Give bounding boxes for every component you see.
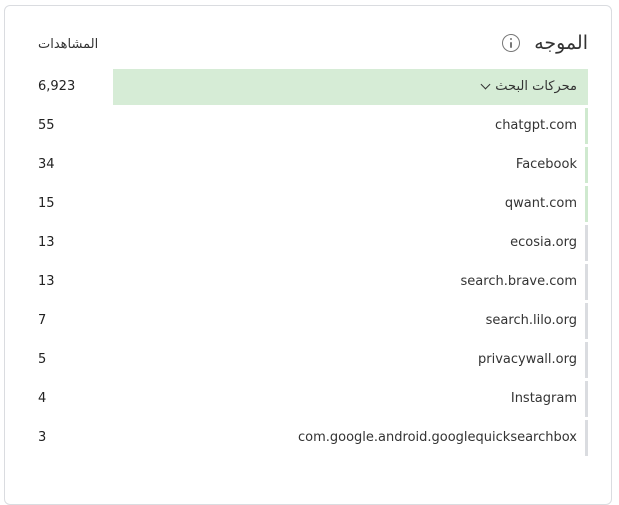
row-label-area: Instagram <box>113 381 588 417</box>
group-label-text: محركات البحث <box>495 79 577 94</box>
row-label-area: com.google.android.googlequicksearchbox <box>113 420 588 456</box>
row-label[interactable]: privacywall.org <box>478 352 577 367</box>
row-label[interactable]: chatgpt.com <box>495 118 577 133</box>
row-label[interactable]: com.google.android.googlequicksearchbox <box>298 430 577 445</box>
group-label-area[interactable]: محركات البحث <box>113 69 588 105</box>
row-label[interactable]: Instagram <box>511 391 577 406</box>
group-label[interactable]: محركات البحث <box>480 79 577 94</box>
row-label-area: search.brave.com <box>113 264 588 300</box>
info-icon[interactable] <box>502 34 520 52</box>
row-value: 34 <box>38 157 55 172</box>
list-item[interactable]: 15 qwant.com <box>5 186 611 222</box>
row-value: 3 <box>38 430 47 445</box>
row-value: 5 <box>38 352 47 367</box>
list-item[interactable]: 34 Facebook <box>5 147 611 183</box>
row-value: 13 <box>38 235 55 250</box>
row-label[interactable]: Facebook <box>516 157 577 172</box>
row-label-area: search.lilo.org <box>113 303 588 339</box>
list-item[interactable]: 3 com.google.android.googlequicksearchbo… <box>5 420 611 456</box>
row-label-area: privacywall.org <box>113 342 588 378</box>
chevron-down-icon[interactable] <box>480 79 491 90</box>
row-value: 4 <box>38 391 47 406</box>
card-title: الموجه <box>534 32 588 54</box>
list-item[interactable]: 55 chatgpt.com <box>5 108 611 144</box>
row-label[interactable]: ecosia.org <box>510 235 577 250</box>
list-item[interactable]: 7 search.lilo.org <box>5 303 611 339</box>
row-value: 7 <box>38 313 47 328</box>
row-label[interactable]: search.lilo.org <box>486 313 577 328</box>
group-row-search-engines[interactable]: 6,923 محركات البحث <box>5 69 611 105</box>
list-item[interactable]: 5 privacywall.org <box>5 342 611 378</box>
row-label-area: chatgpt.com <box>113 108 588 144</box>
row-value: 13 <box>38 274 55 289</box>
group-value: 6,923 <box>38 79 76 94</box>
row-label[interactable]: search.brave.com <box>461 274 577 289</box>
row-label-area: qwant.com <box>113 186 588 222</box>
row-value: 15 <box>38 196 55 211</box>
row-label[interactable]: qwant.com <box>505 196 577 211</box>
referrer-card: الموجه المشاهدات 6,923 محركات البحث 55 c… <box>4 5 612 505</box>
list-item[interactable]: 13 search.brave.com <box>5 264 611 300</box>
views-column-header: المشاهدات <box>38 37 99 52</box>
row-label-area: ecosia.org <box>113 225 588 261</box>
row-label-area: Facebook <box>113 147 588 183</box>
list-item[interactable]: 13 ecosia.org <box>5 225 611 261</box>
card-header: الموجه المشاهدات <box>5 6 611 68</box>
row-value: 55 <box>38 118 55 133</box>
list-item[interactable]: 4 Instagram <box>5 381 611 417</box>
